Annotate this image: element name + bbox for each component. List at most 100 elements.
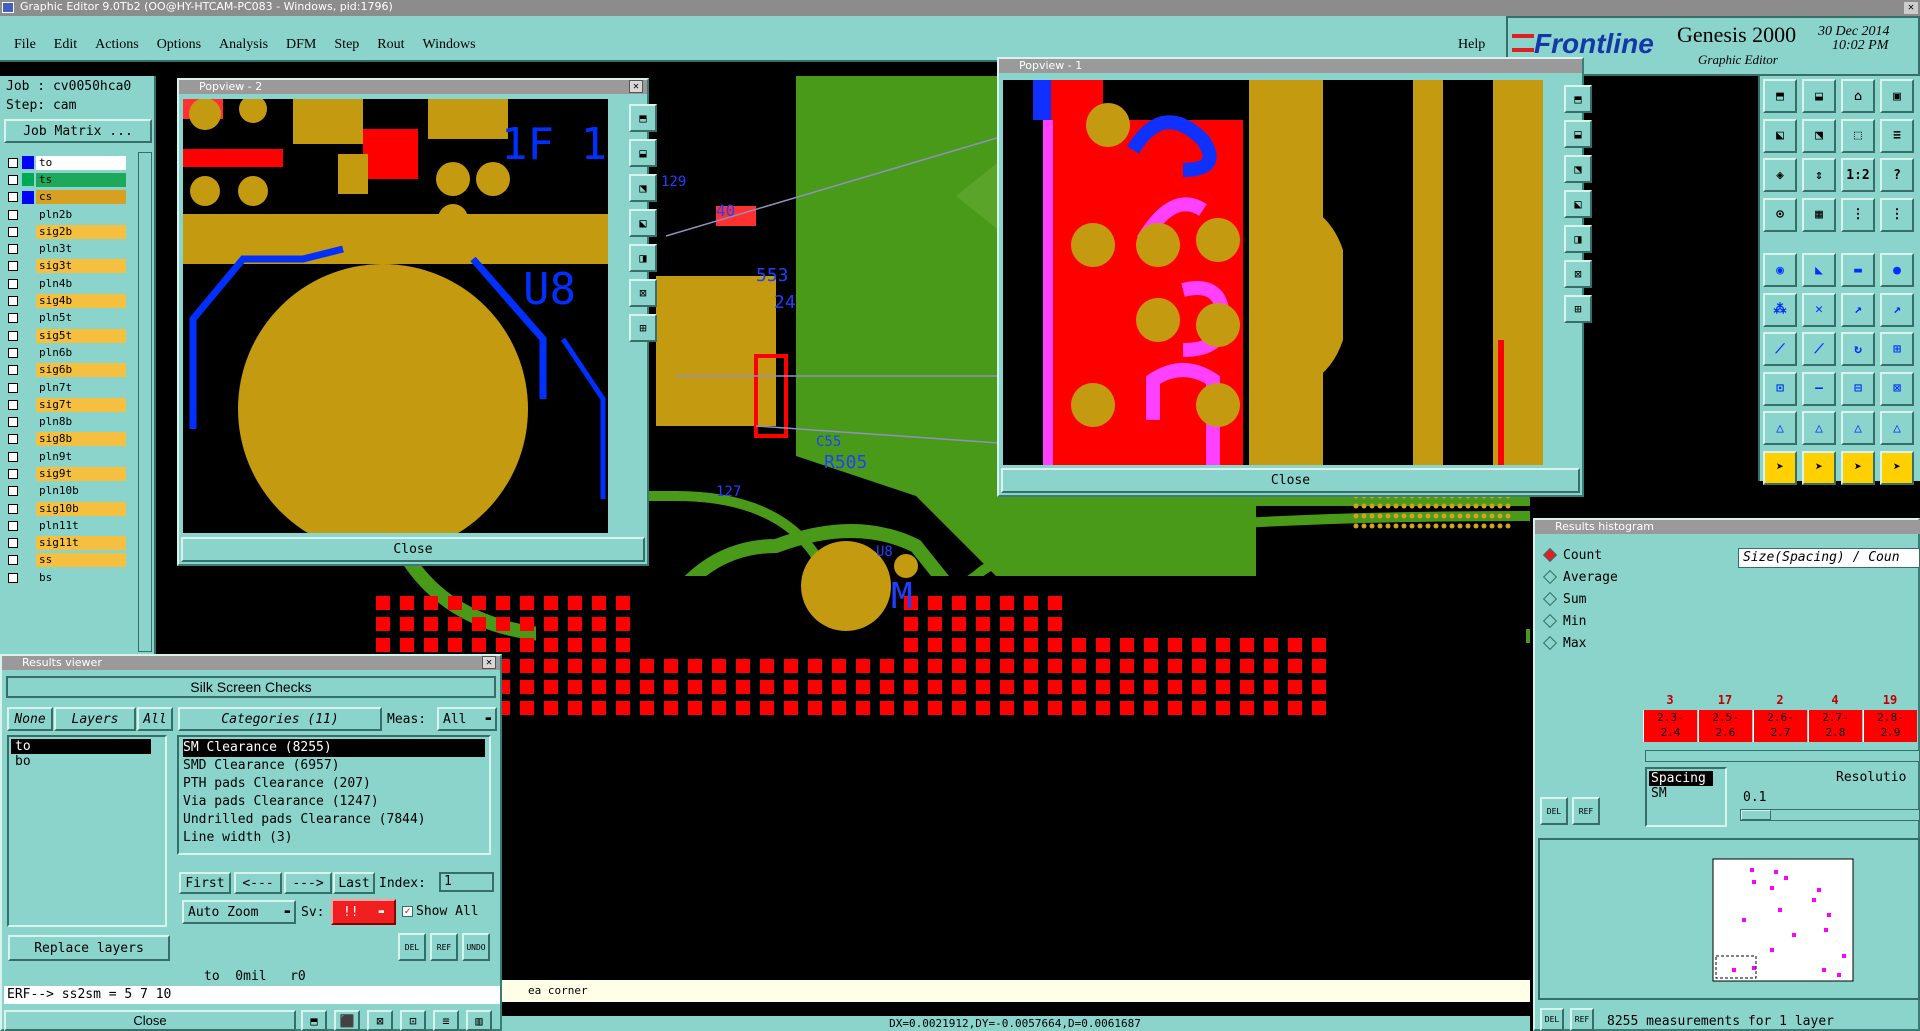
layer-checkbox[interactable] (8, 451, 18, 462)
pointer-drag-icon[interactable]: ➤ (1880, 450, 1914, 485)
histogram-bin[interactable]: 19 2.8- 2.9 (1863, 690, 1917, 742)
menu-actions[interactable]: Actions (95, 37, 139, 53)
layer-result-list[interactable]: to bo (7, 735, 167, 927)
line-icon[interactable]: ◣ (1802, 253, 1836, 287)
layer-checkbox[interactable] (8, 347, 18, 358)
export-icon[interactable]: ⊡ (400, 1010, 426, 1031)
resize-icon[interactable]: ⇕ (1802, 158, 1836, 192)
triangle-icon[interactable]: △ (1763, 411, 1797, 445)
layer-checkbox[interactable] (8, 365, 18, 376)
layer-row[interactable]: ss (4, 552, 126, 569)
layer-row[interactable]: pln9t (4, 448, 126, 465)
menu-step[interactable]: Step (334, 37, 359, 53)
layer-checkbox[interactable] (8, 555, 18, 566)
popview-1-close-button[interactable]: Close (1001, 468, 1580, 493)
layer-row[interactable]: sig8b (4, 431, 126, 448)
histogram-bin[interactable]: 4 2.7- 2.8 (1808, 690, 1862, 742)
histogram-delete-icon[interactable]: DEL (1540, 797, 1568, 825)
sv-dropdown[interactable]: !! ▬ (331, 899, 396, 925)
layer-row[interactable]: ts (4, 171, 126, 188)
popview-1-tool-icon[interactable]: ⊠ (1564, 260, 1592, 288)
layer-row[interactable]: pln11t (4, 517, 126, 534)
prev-view-icon[interactable]: ⬕ (1763, 118, 1797, 153)
layer-row[interactable]: sig5t (4, 327, 126, 344)
layer-checkbox[interactable] (8, 399, 18, 410)
layer-row[interactable]: pln6b (4, 344, 126, 361)
connect-icon[interactable]: ⁂ (1763, 292, 1797, 327)
results-viewer-close-icon[interactable]: ✕ (482, 656, 496, 669)
cut-icon[interactable]: — (1802, 371, 1836, 406)
index-input[interactable]: 1 (439, 872, 494, 892)
layer-row[interactable]: sig2b (4, 223, 126, 240)
menu-options[interactable]: Options (157, 37, 201, 53)
array-icon[interactable]: ⊞ (1880, 332, 1914, 366)
layer-checkbox[interactable] (8, 572, 18, 583)
layer-checkbox[interactable] (8, 192, 18, 203)
layers-button[interactable]: Layers (54, 707, 136, 731)
category-item[interactable]: Via pads Clearance (1247) (183, 793, 485, 811)
histogram-mode-count[interactable]: Count (1539, 544, 1639, 566)
menu-windows[interactable]: Windows (423, 37, 476, 53)
job-matrix-button[interactable]: Job Matrix ... (4, 119, 152, 143)
list-icon[interactable]: ≡ (433, 1010, 459, 1031)
histogram-list-sm[interactable]: SM (1649, 786, 1723, 801)
histogram-mode-min[interactable]: Min (1539, 610, 1639, 632)
menu-edit[interactable]: Edit (54, 37, 77, 53)
pointer-hand-icon[interactable]: ➤ (1841, 450, 1875, 485)
resolution-slider-thumb[interactable] (1741, 810, 1771, 820)
layer-row[interactable]: pln4b (4, 275, 126, 292)
popview-2-tool-icon[interactable]: ⬔ (629, 174, 657, 202)
popview-2-tool-icon[interactable]: ◨ (629, 244, 657, 272)
histogram-mode-max[interactable]: Max (1539, 632, 1639, 654)
category-item[interactable]: Undrilled pads Clearance (7844) (183, 811, 485, 829)
auto-zoom-dropdown[interactable]: Auto Zoom ▬ (182, 900, 296, 924)
popview-2-tool-icon[interactable]: ⊠ (629, 279, 657, 307)
layer-checkbox[interactable] (8, 244, 18, 255)
move-alt-icon[interactable]: ↗ (1880, 292, 1914, 327)
show-all-checkbox[interactable]: ✓ Show All (402, 904, 479, 919)
popview-1-tool-icon[interactable]: ◨ (1564, 225, 1592, 253)
histogram-list-spacing[interactable]: Spacing (1649, 771, 1713, 786)
layer-checkbox[interactable] (8, 261, 18, 272)
fit-icon[interactable]: ▣ (1880, 79, 1914, 113)
grid-icon[interactable]: ▦ (1802, 197, 1836, 232)
layer-checkbox[interactable] (8, 226, 18, 237)
layer-row[interactable]: pln7t (4, 379, 126, 396)
histogram-mode-average[interactable]: Average (1539, 566, 1639, 588)
zoom-icon[interactable]: ⬒ (1763, 79, 1797, 113)
popview-2-tool-icon[interactable]: ⬕ (629, 209, 657, 237)
popview-1-tool-icon[interactable]: ⬒ (1564, 85, 1592, 113)
arc-alt-icon[interactable]: △ (1880, 411, 1914, 445)
resolution-slider[interactable] (1740, 809, 1920, 821)
result-layer-bo[interactable]: bo (11, 754, 163, 769)
chart-icon[interactable]: ▥ (466, 1010, 492, 1031)
menu-rout[interactable]: Rout (377, 37, 404, 53)
categories-button[interactable]: Categories (11) (178, 707, 382, 731)
next-button[interactable]: ---> (284, 872, 332, 894)
layer-row[interactable]: sig11t (4, 535, 126, 552)
refresh-icon[interactable]: REF (430, 933, 458, 961)
center-icon[interactable]: ◈ (1763, 158, 1797, 192)
layer-checkbox[interactable] (8, 296, 18, 307)
popview-2-canvas[interactable]: 1F 1 U8 (183, 99, 608, 533)
category-item[interactable]: PTH pads Clearance (207) (183, 775, 485, 793)
menu-help[interactable]: Help (1458, 37, 1485, 53)
erase-icon[interactable]: ⊠ (367, 1010, 393, 1031)
first-button[interactable]: First (179, 872, 231, 894)
layer-checkbox[interactable] (8, 278, 18, 289)
category-item[interactable]: Line width (3) (183, 829, 485, 847)
layer-checkbox[interactable] (8, 174, 18, 185)
layer-checkbox[interactable] (8, 468, 18, 479)
layer-checkbox[interactable] (8, 330, 18, 341)
layer-checkbox[interactable] (8, 157, 18, 168)
triangle-alt-icon[interactable]: △ (1802, 411, 1836, 445)
layer-checkbox[interactable] (8, 538, 18, 549)
undo-icon[interactable]: UNDO (462, 933, 490, 961)
scale-icon[interactable]: 1:2 (1841, 158, 1875, 192)
circle-icon[interactable]: ● (1880, 253, 1914, 287)
layer-icon[interactable]: ⬒ (301, 1010, 327, 1031)
move-icon[interactable]: ↗ (1841, 292, 1875, 327)
histogram-bin[interactable]: 3 2.3- 2.4 (1643, 690, 1697, 742)
category-item[interactable]: SMD Clearance (6957) (183, 757, 485, 775)
rotate-icon[interactable]: ↻ (1841, 332, 1875, 366)
